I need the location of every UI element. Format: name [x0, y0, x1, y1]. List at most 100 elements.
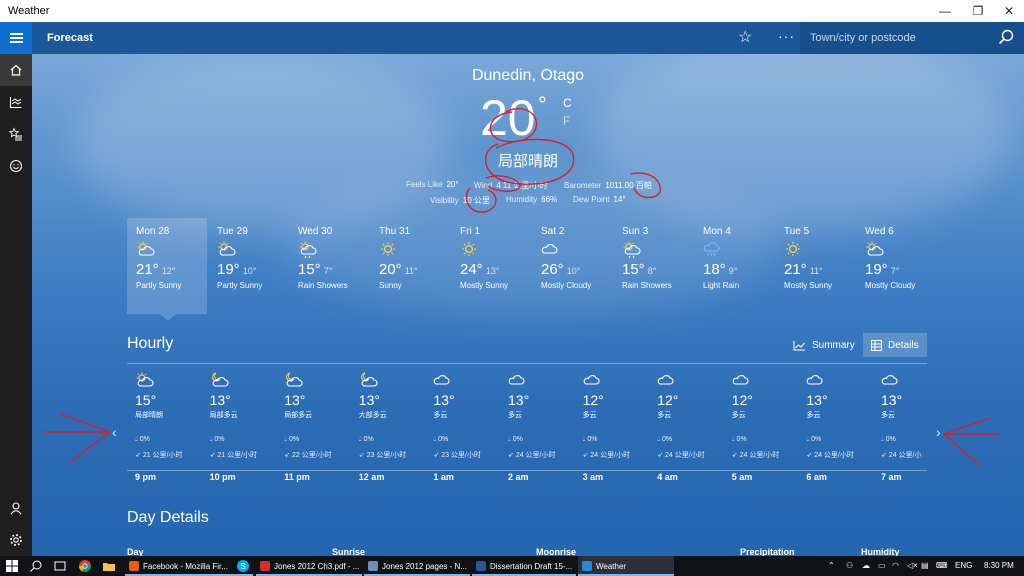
wind-arrow-icon: ➶ [731, 452, 740, 459]
hour-time: 12 am [358, 472, 385, 482]
hour-time: 4 am [657, 472, 678, 482]
day-name: Sat 2 [541, 226, 565, 237]
taskbar-app[interactable]: Facebook - Mozilla Fir... [125, 556, 253, 576]
search-input[interactable]: Town/city or postcode [800, 22, 1024, 54]
day-temps: 15° 7° [298, 261, 369, 278]
hour-precip: 💧︎ 0% [731, 436, 747, 443]
hour-condition: 多云 [657, 412, 672, 419]
day-icon [541, 241, 612, 259]
hour-time: 11 pm [284, 472, 310, 482]
taskbar-app[interactable]: Jones 2012 Ch3.pdf - ... [256, 556, 362, 576]
app-icon [260, 561, 270, 571]
hourly-next-chevron-icon[interactable]: › [936, 424, 941, 440]
hour-icon [881, 372, 947, 388]
restore-button[interactable]: ❐ [963, 0, 993, 22]
search-icon[interactable] [998, 29, 1014, 45]
day-card[interactable]: Tue 5 21° 11° Mostly Sunny [775, 218, 855, 314]
hour-wind: ➶ 24 公里/小时 [508, 452, 556, 459]
day-card[interactable]: Sat 2 26° 10° Mostly Cloudy [532, 218, 612, 314]
tray-action-center-icon[interactable]: ▤ [921, 561, 929, 570]
hour-column: 15° 局部晴朗 💧︎ 0% ➶ 21 公里/小时 9 pm [127, 372, 201, 482]
day-temps: 15° 8° [622, 261, 693, 278]
day-details-day: Day [127, 547, 144, 556]
hour-condition: 大部多云 [358, 412, 387, 419]
hour-temp: 13° [358, 392, 380, 408]
details-grid-icon [871, 339, 882, 351]
hour-time: 10 pm [209, 472, 236, 482]
hour-wind: ➶ 24 公里/小 [881, 452, 922, 459]
day-low: 8° [647, 266, 657, 276]
details-button[interactable]: Details [863, 333, 927, 357]
day-card[interactable]: Mon 28 21° 12° Partly Sunny [127, 218, 207, 314]
rain-showers-icon [299, 241, 317, 259]
day-name: Sun 3 [622, 226, 649, 237]
day-low: 11° [809, 266, 823, 276]
taskbar-app[interactable]: Jones 2012 pages - N... [364, 556, 470, 576]
tray-chevron-icon[interactable]: ⌃ [828, 561, 835, 570]
nav-home[interactable] [0, 54, 32, 86]
day-card[interactable]: Wed 6 19° 7° Mostly Cloudy [856, 218, 936, 314]
app-header: Forecast ☆ ··· Town/city or postcode [0, 22, 1024, 54]
day-card[interactable]: Thu 31 20° 11° Sunny [370, 218, 450, 314]
day-condition: Rain Showers [298, 281, 348, 290]
hamburger-menu-button[interactable] [0, 22, 32, 54]
day-icon [217, 241, 288, 259]
hour-temp: 12° [657, 392, 679, 408]
clock[interactable]: 8:30 PM [984, 561, 1014, 570]
nav-favorites[interactable] [0, 118, 32, 150]
minimize-button[interactable]: — [930, 0, 960, 22]
hour-condition: 多云 [806, 412, 821, 419]
details-label: Details [888, 339, 919, 351]
tray-volume-icon[interactable]: ◁× [907, 561, 918, 570]
day-card[interactable]: Tue 29 19° 10° Partly Sunny [208, 218, 288, 314]
hour-precip: 💧︎ 0% [209, 436, 225, 443]
day-condition: Mostly Sunny [784, 281, 833, 290]
wind-arrow-icon: ➶ [881, 452, 889, 459]
hour-time: 6 am [806, 472, 827, 482]
unit-celsius-toggle[interactable]: C [563, 96, 572, 110]
more-options-icon[interactable]: ··· [778, 28, 795, 44]
nav-settings[interactable] [0, 524, 32, 556]
wind-arrow-icon: ➶ [358, 452, 367, 459]
summary-button[interactable]: Summary [785, 333, 863, 357]
nav-account[interactable] [0, 492, 32, 524]
favorite-star-icon[interactable]: ☆ [738, 27, 752, 47]
day-low: 9° [728, 266, 738, 276]
line-chart-icon [793, 340, 805, 350]
day-card[interactable]: Fri 1 24° 13° Mostly Sunny [451, 218, 531, 314]
nav-historical[interactable] [0, 86, 32, 118]
hour-icon [359, 372, 425, 388]
tray-power-icon: ▭ [878, 561, 886, 570]
close-button[interactable]: ✕ [994, 0, 1024, 22]
day-card[interactable]: Wed 30 15° 7° Rain Showers [289, 218, 369, 314]
day-icon [703, 241, 774, 259]
nav-feedback[interactable] [0, 150, 32, 182]
wind-arrow-icon: ➶ [508, 452, 516, 459]
unit-fahrenheit-toggle[interactable]: F [563, 114, 570, 128]
taskbar-app[interactable]: Dissertation Draft 15-... [472, 556, 576, 576]
day-high: 19° [217, 261, 240, 278]
task-view-icon[interactable] [53, 559, 67, 573]
day-card[interactable]: Sun 3 15° 8° Rain Showers [613, 218, 693, 314]
hour-condition: 多云 [508, 412, 522, 419]
sunny-icon [381, 242, 395, 256]
day-condition: Partly Sunny [136, 281, 182, 290]
day-card[interactable]: Mon 4 18° 9° Light Rain [694, 218, 774, 314]
chrome-icon[interactable] [78, 559, 92, 573]
hour-icon [135, 372, 201, 388]
file-explorer-icon[interactable] [102, 559, 116, 573]
humidity-stat: Humidity 66% [506, 195, 558, 204]
day-name: Wed 30 [298, 226, 333, 237]
hour-wind: ➶ 24 公里/小时 [806, 452, 854, 459]
taskbar-app[interactable]: Weather [578, 556, 674, 576]
search-taskbar-icon[interactable] [29, 559, 43, 573]
partly-cloudy-night-icon [211, 372, 229, 387]
day-condition: Mostly Cloudy [865, 281, 916, 290]
day-icon [298, 241, 369, 259]
windows-start-icon[interactable] [5, 559, 19, 573]
wind-stat: Wind 4 11 公里/小时 [474, 181, 548, 190]
hourly-prev-chevron-icon[interactable]: ‹ [112, 424, 117, 440]
partly-cloudy-night-icon [360, 372, 378, 387]
language-indicator[interactable]: ENG [955, 561, 972, 570]
partly-cloudy-night-icon [286, 372, 303, 387]
